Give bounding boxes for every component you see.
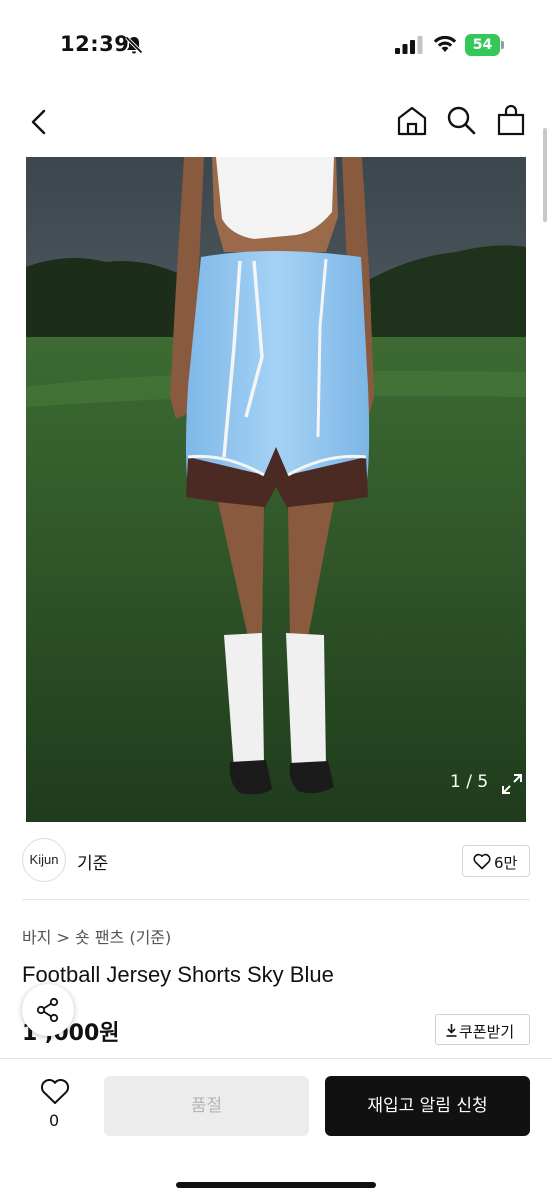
coupon-label: 쿠폰받기 — [459, 1023, 515, 1041]
wishlist-heart-icon[interactable] — [40, 1078, 70, 1105]
download-icon — [446, 1024, 457, 1037]
share-button[interactable] — [22, 984, 74, 1036]
expand-icon[interactable] — [500, 772, 524, 796]
share-icon — [36, 997, 59, 1023]
restock-alert-button[interactable]: 재입고 알림 신청 — [325, 1076, 530, 1136]
home-indicator — [176, 1182, 376, 1188]
product-photo — [26, 157, 526, 822]
search-icon[interactable] — [446, 105, 476, 135]
home-icon[interactable] — [396, 105, 428, 137]
heart-icon — [473, 853, 491, 870]
brand-like-count: 6만 — [494, 854, 518, 872]
brand-name[interactable]: 기준 — [77, 849, 108, 874]
back-arrow-icon[interactable] — [28, 108, 50, 136]
coupon-button[interactable]: 쿠폰받기 — [435, 1014, 530, 1045]
breadcrumb[interactable]: 바지 > 숏 팬츠 (기준) — [22, 924, 171, 948]
status-time: 12:39 — [60, 32, 130, 56]
wishlist-count: 0 — [49, 1111, 60, 1130]
bell-off-icon — [125, 36, 143, 54]
product-title: Football Jersey Shorts Sky Blue — [22, 962, 334, 987]
image-counter: 1 / 5 — [450, 772, 489, 792]
status-bar: 12:39 54 — [0, 0, 552, 92]
battery-cap — [501, 41, 504, 49]
product-image[interactable] — [26, 157, 526, 822]
signal-icon — [395, 36, 423, 54]
brand-logo[interactable]: Kijun — [22, 838, 66, 882]
battery-indicator: 54 — [465, 34, 505, 56]
divider — [22, 899, 530, 900]
page-scrollbar[interactable] — [543, 128, 547, 222]
battery-level: 54 — [472, 37, 493, 53]
top-navigation — [0, 92, 552, 152]
shopping-bag-icon[interactable] — [496, 104, 526, 136]
brand-like-button[interactable]: 6만 — [462, 845, 530, 877]
wifi-icon — [433, 35, 457, 52]
soldout-button[interactable]: 품절 — [104, 1076, 309, 1136]
